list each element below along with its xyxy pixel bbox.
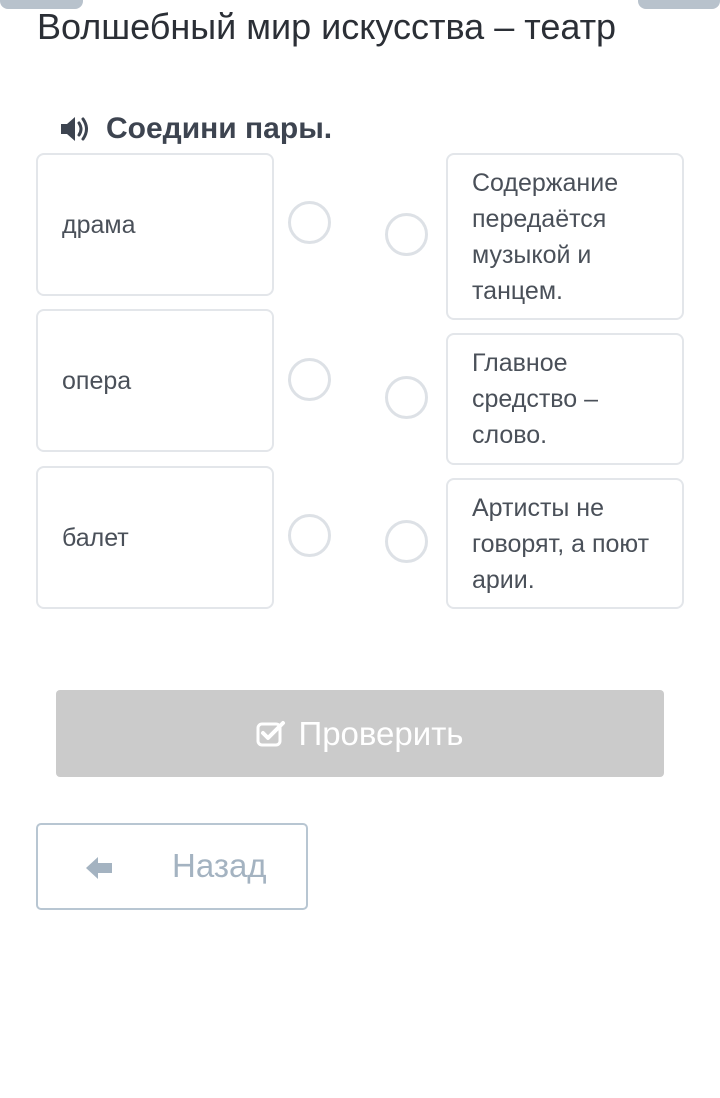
left-card-3[interactable]: балет: [36, 466, 274, 609]
speaker-icon[interactable]: [58, 112, 92, 146]
arrow-left-icon: [86, 857, 112, 879]
check-button[interactable]: Проверить: [56, 690, 664, 777]
right-connector-dot-2[interactable]: [385, 376, 428, 419]
left-connector-dot-2[interactable]: [288, 358, 331, 401]
left-card-label: драма: [62, 210, 136, 239]
back-button[interactable]: Назад: [36, 823, 308, 910]
right-card-2[interactable]: Главное средство – слово.: [446, 333, 684, 465]
right-connector-dot-3[interactable]: [385, 520, 428, 563]
right-card-1[interactable]: Содержание передаётся музыкой и танцем.: [446, 153, 684, 320]
task-header: Соедини пары.: [58, 112, 332, 146]
check-button-label: Проверить: [298, 714, 464, 752]
task-instruction: Соедини пары.: [106, 112, 333, 145]
left-connector-dot-3[interactable]: [288, 514, 331, 557]
left-card-label: опера: [62, 366, 132, 395]
left-card-label: балет: [62, 523, 129, 552]
left-connector-dot-1[interactable]: [288, 201, 331, 244]
right-card-3[interactable]: Артисты не говорят, а поют арии.: [446, 478, 684, 609]
left-card-2[interactable]: опера: [36, 309, 274, 452]
top-tab-right: [638, 0, 720, 9]
page-title: Волшебный мир искусства – театр: [37, 6, 617, 47]
right-card-label: Содержание передаётся музыкой и танцем.: [472, 169, 619, 305]
right-connector-dot-1[interactable]: [385, 213, 428, 256]
right-card-label: Артисты не говорят, а поют арии.: [472, 494, 650, 594]
back-button-label: Назад: [172, 847, 267, 884]
left-card-1[interactable]: драма: [36, 153, 274, 296]
checkbox-check-icon: [256, 720, 286, 746]
right-card-label: Главное средство – слово.: [472, 349, 599, 449]
